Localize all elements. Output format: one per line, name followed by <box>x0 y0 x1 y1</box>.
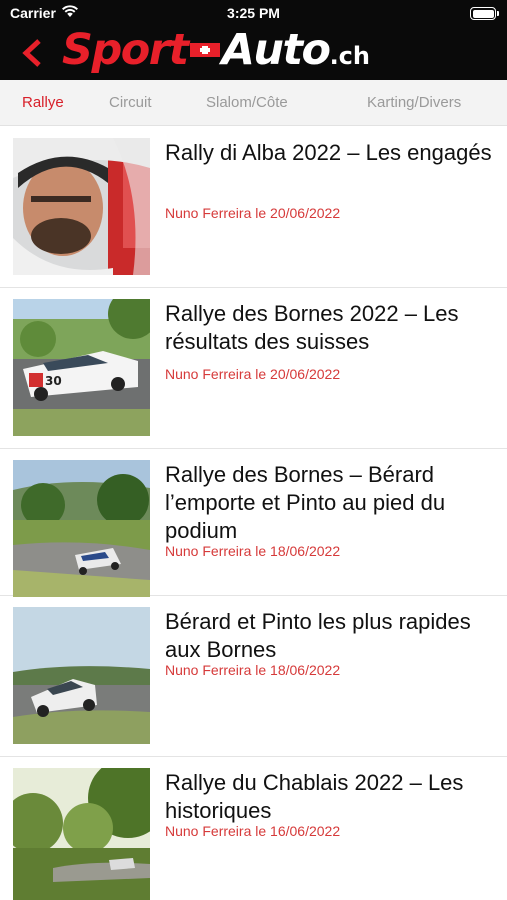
article-list: Rally di Alba 2022 – Les engagés Nuno Fe… <box>0 127 507 900</box>
app-header: Carrier 3:25 PM Sport Auto.ch <box>0 0 507 80</box>
article-item[interactable]: Bérard et Pinto les plus rapides aux Bor… <box>0 596 507 757</box>
article-item[interactable]: Rally di Alba 2022 – Les engagés Nuno Fe… <box>0 127 507 288</box>
tab-slalom-cote[interactable]: Slalom/Côte <box>206 94 288 111</box>
article-title[interactable]: Rallye du Chablais 2022 – Les historique… <box>165 769 495 825</box>
article-thumbnail <box>13 460 150 597</box>
article-item[interactable]: Rallye du Chablais 2022 – Les historique… <box>0 757 507 900</box>
article-meta: Nuno Ferreira le 20/06/2022 <box>165 366 341 382</box>
clock: 3:25 PM <box>227 5 280 21</box>
article-thumbnail: 30 <box>13 299 150 436</box>
battery-icon <box>470 7 499 20</box>
svg-text:30: 30 <box>45 374 62 388</box>
logo-part2: Auto <box>221 25 332 75</box>
swiss-flag-icon <box>189 42 220 57</box>
back-button[interactable] <box>22 38 44 68</box>
article-title[interactable]: Bérard et Pinto les plus rapides aux Bor… <box>165 608 495 664</box>
article-thumbnail <box>13 607 150 744</box>
tab-karting-divers[interactable]: Karting/Divers <box>367 94 461 111</box>
article-item[interactable]: 30 Rallye des Bornes 2022 – Les résultat… <box>0 288 507 449</box>
article-meta: Nuno Ferreira le 18/06/2022 <box>165 662 341 678</box>
tab-rallye[interactable]: Rallye <box>22 94 64 111</box>
article-meta: Nuno Ferreira le 16/06/2022 <box>165 823 341 839</box>
chevron-left-icon <box>22 39 41 67</box>
article-thumbnail <box>13 138 150 275</box>
article-thumbnail <box>13 768 150 900</box>
logo-suffix: .ch <box>329 42 370 70</box>
article-meta: Nuno Ferreira le 20/06/2022 <box>165 205 341 221</box>
category-tabs: Rallye Circuit Slalom/Côte Karting/Diver… <box>0 80 507 126</box>
article-title[interactable]: Rallye des Bornes 2022 – Les résultats d… <box>165 300 495 356</box>
tab-circuit[interactable]: Circuit <box>109 94 152 111</box>
logo-part1: Sport <box>62 25 189 75</box>
article-title[interactable]: Rallye des Bornes – Bérard l’emporte et … <box>165 461 495 545</box>
site-logo: Sport Auto.ch <box>62 22 370 78</box>
article-meta: Nuno Ferreira le 18/06/2022 <box>165 543 341 559</box>
article-title[interactable]: Rally di Alba 2022 – Les engagés <box>165 139 495 167</box>
article-item[interactable]: Rallye des Bornes – Bérard l’emporte et … <box>0 449 507 597</box>
